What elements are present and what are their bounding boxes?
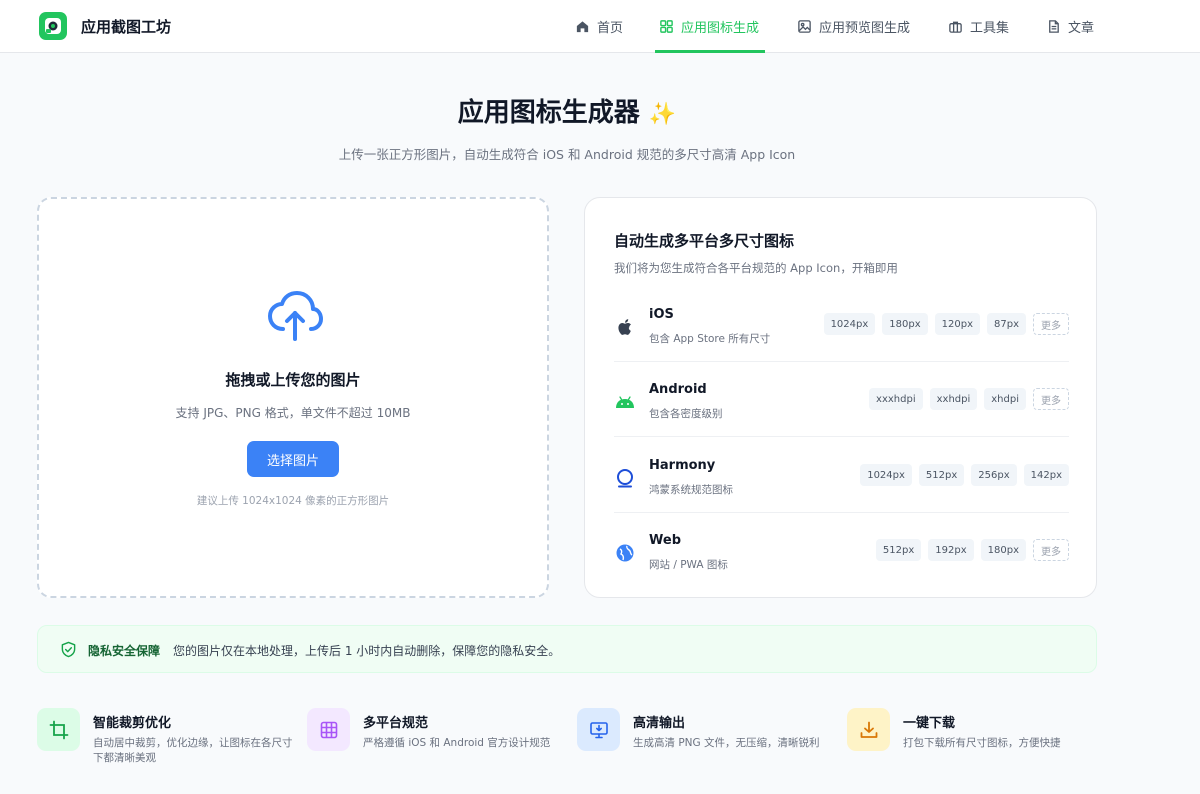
android-icon xyxy=(616,396,634,408)
feature-one-click-download: 一键下载 打包下载所有尺寸图标，方便快捷 xyxy=(847,708,1107,778)
size-tag: 180px xyxy=(980,539,1026,561)
platform-row-ios: iOS 包含 App Store 所有尺寸 1024px 180px 120px… xyxy=(614,298,1069,362)
feature-multi-platform: 多平台规范 严格遵循 iOS 和 Android 官方设计规范 xyxy=(307,708,567,778)
nav-icon-generator-label: 应用图标生成 xyxy=(681,21,760,36)
size-tag: xxhdpi xyxy=(929,388,978,410)
top-header: 应用截图工坊 首页 应用图标生成 应用预览图生成 工具集 文章 xyxy=(0,0,1200,53)
size-tag: 142px xyxy=(1023,464,1069,486)
upload-title: 拖拽或上传您的图片 xyxy=(225,371,361,389)
size-tag: xhdpi xyxy=(984,388,1026,410)
page-subtitle: 上传一张正方形图片，自动生成符合 iOS 和 Android 规范的多尺寸高清 … xyxy=(338,147,796,162)
nav-tools[interactable]: 工具集 xyxy=(948,0,1009,53)
shield-check-icon xyxy=(61,641,76,658)
document-icon xyxy=(1049,20,1059,33)
privacy-banner: 隐私安全保障 您的图片仅在本地处理，上传后 1 小时内自动删除，保障您的隐私安全… xyxy=(37,625,1097,673)
more-sizes-tag[interactable]: 更多 xyxy=(1033,388,1069,410)
platform-name: iOS xyxy=(649,307,674,322)
upload-dropzone[interactable]: 拖拽或上传您的图片 支持 JPG、PNG 格式，单文件不超过 10MB 选择图片… xyxy=(37,197,549,598)
size-tags: xxxhdpi xxhdpi xhdpi 更多 xyxy=(869,388,1069,410)
size-tag: 256px xyxy=(971,464,1017,486)
nav-preview-generator[interactable]: 应用预览图生成 xyxy=(797,0,910,53)
nav-tools-label: 工具集 xyxy=(970,21,1010,36)
nav-home[interactable]: 首页 xyxy=(575,0,623,53)
feature-title: 智能裁剪优化 xyxy=(93,716,172,731)
nav-active-indicator xyxy=(655,50,765,53)
monitor-icon xyxy=(577,708,620,751)
nav-preview-generator-label: 应用预览图生成 xyxy=(819,21,911,36)
size-tag: 120px xyxy=(934,313,980,335)
image-icon xyxy=(798,20,811,33)
size-tag: 1024px xyxy=(823,313,876,335)
platform-description: 网站 / PWA 图标 xyxy=(649,559,728,571)
platform-description: 包含 App Store 所有尺寸 xyxy=(649,333,771,345)
feature-description: 生成高清 PNG 文件，无压缩，清晰锐利 xyxy=(633,737,820,749)
platforms-subtitle: 我们将为您生成符合各平台规范的 App Icon，开箱即用 xyxy=(614,261,898,275)
crop-icon xyxy=(37,708,80,751)
size-tags: 512px 192px 180px 更多 xyxy=(875,539,1069,561)
harmony-icon xyxy=(617,469,633,488)
nav-articles[interactable]: 文章 xyxy=(1046,0,1094,53)
feature-description: 严格遵循 iOS 和 Android 官方设计规范 xyxy=(363,737,551,749)
feature-smart-crop: 智能裁剪优化 自动居中裁剪，优化边缘，让图标在各尺寸下都清晰美观 xyxy=(37,708,297,778)
more-sizes-tag[interactable]: 更多 xyxy=(1033,313,1069,335)
size-tag: 512px xyxy=(875,539,922,561)
privacy-text: 您的图片仅在本地处理，上传后 1 小时内自动删除，保障您的隐私安全。 xyxy=(173,644,561,658)
upload-hint: 建议上传 1024x1024 像素的正方形图片 xyxy=(196,495,390,507)
grid-icon xyxy=(307,708,350,751)
cloud-upload-icon xyxy=(268,291,323,341)
platform-row-android: Android 包含各密度级别 xxxhdpi xxhdpi xhdpi 更多 xyxy=(614,373,1069,437)
grid-icon xyxy=(660,20,673,33)
more-sizes-tag[interactable]: 更多 xyxy=(1033,539,1069,561)
globe-icon xyxy=(616,544,634,562)
select-image-button[interactable]: 选择图片 xyxy=(247,441,339,477)
size-tags: 1024px 512px 256px 142px xyxy=(860,464,1069,486)
app-title[interactable]: 应用截图工坊 xyxy=(81,16,171,37)
feature-description: 打包下载所有尺寸图标，方便快捷 xyxy=(903,737,1061,749)
feature-title: 一键下载 xyxy=(903,716,956,731)
apple-icon xyxy=(618,319,631,335)
platforms-card: 自动生成多平台多尺寸图标 我们将为您生成符合各平台规范的 App Icon，开箱… xyxy=(584,197,1097,598)
app-logo-icon[interactable] xyxy=(39,12,67,40)
home-icon xyxy=(576,21,589,33)
page-title: 应用图标生成器 ✨ xyxy=(0,92,1134,129)
platforms-title: 自动生成多平台多尺寸图标 xyxy=(614,232,795,250)
size-tag: 180px xyxy=(882,313,928,335)
page-title-text: 应用图标生成器 xyxy=(457,98,640,128)
platform-row-web: Web 网站 / PWA 图标 512px 192px 180px 更多 xyxy=(614,524,1069,588)
platform-row-harmony: Harmony 鸿蒙系统规范图标 1024px 512px 256px 142p… xyxy=(614,449,1069,513)
platform-description: 包含各密度级别 xyxy=(649,408,723,420)
nav-icon-generator[interactable]: 应用图标生成 xyxy=(659,0,759,53)
size-tag: 192px xyxy=(928,539,974,561)
sparkle-icon: ✨ xyxy=(648,102,677,127)
nav-articles-label: 文章 xyxy=(1068,21,1095,36)
platform-description: 鸿蒙系统规范图标 xyxy=(649,484,733,496)
platform-name: Web xyxy=(649,533,681,548)
size-tag: 512px xyxy=(918,464,965,486)
privacy-title: 隐私安全保障 xyxy=(88,644,161,658)
briefcase-icon xyxy=(949,21,962,33)
size-tag: 1024px xyxy=(860,464,912,486)
platform-name: Android xyxy=(649,382,707,397)
size-tag: 87px xyxy=(987,313,1026,335)
feature-description: 自动居中裁剪，优化边缘，让图标在各尺寸下都清晰美观 xyxy=(93,737,293,765)
feature-hd-output: 高清输出 生成高清 PNG 文件，无压缩，清晰锐利 xyxy=(577,708,837,778)
nav-home-label: 首页 xyxy=(597,21,624,36)
feature-title: 多平台规范 xyxy=(363,716,429,731)
size-tag: xxxhdpi xyxy=(869,388,923,410)
upload-description: 支持 JPG、PNG 格式，单文件不超过 10MB xyxy=(175,406,411,420)
size-tags: 1024px 180px 120px 87px 更多 xyxy=(823,313,1069,335)
platform-name: Harmony xyxy=(649,458,716,473)
feature-title: 高清输出 xyxy=(633,716,686,731)
download-icon xyxy=(847,708,890,751)
